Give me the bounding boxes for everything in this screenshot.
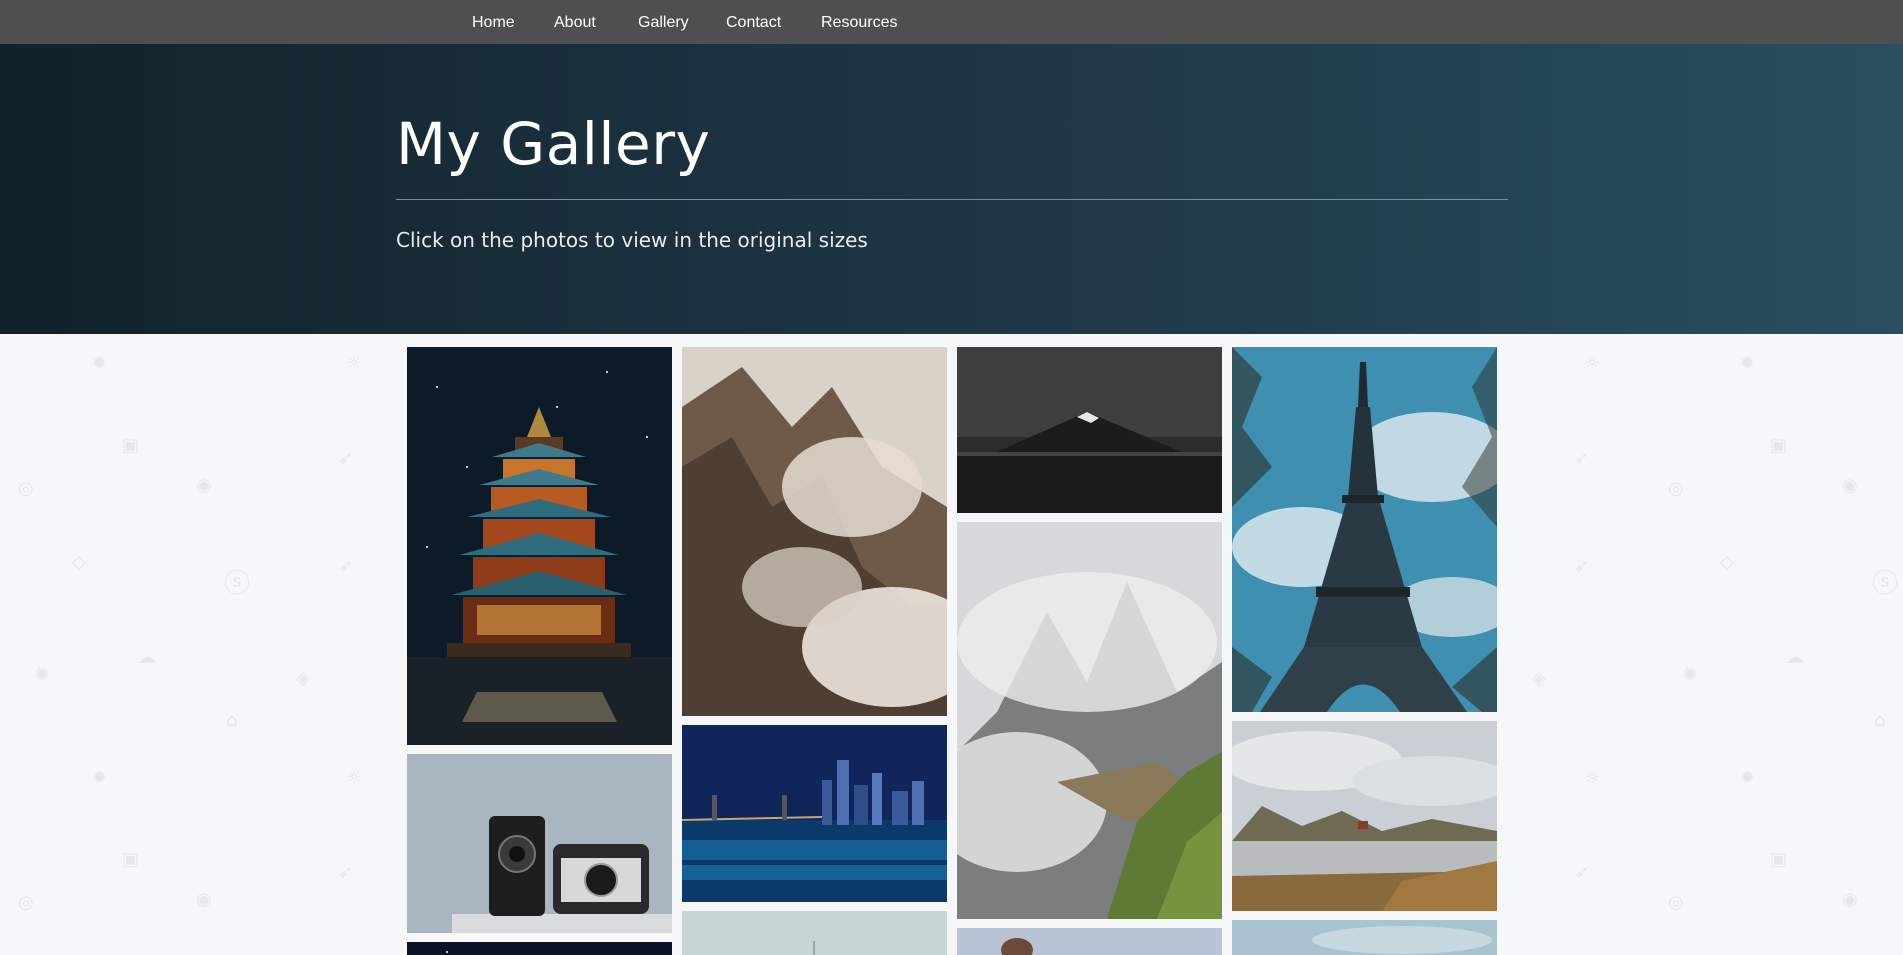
eiffel-tower-image — [1232, 347, 1497, 712]
photo-city-skyline-bridge-night[interactable] — [682, 725, 947, 902]
sun-icon: ☼ — [1584, 767, 1601, 788]
nav-link-contact[interactable]: Contact — [726, 0, 781, 44]
bug-icon: ✺ — [1682, 664, 1698, 685]
title-divider — [396, 199, 1508, 200]
bug-icon: ✹ — [92, 353, 108, 374]
bolt-icon: ⓢ — [224, 569, 251, 599]
pagoda-image — [407, 347, 672, 745]
mountain-lake-image — [1232, 721, 1497, 911]
home-icon: ⌂ — [1874, 710, 1886, 731]
bug-icon: ✹ — [1740, 767, 1756, 788]
top-navbar: Home About Gallery Contact Resources — [0, 0, 1903, 44]
camera-image — [407, 754, 672, 933]
eye-icon: ◎ — [18, 892, 34, 913]
eye-icon: ◎ — [1668, 478, 1684, 499]
cloud-icon: ☁ — [1786, 647, 1804, 668]
rocket-icon: ➶ — [1574, 448, 1590, 469]
eye-icon: ◉ — [1842, 475, 1858, 496]
rocket-icon: ➶ — [338, 862, 354, 883]
person-image — [957, 928, 1222, 955]
tag-icon: ◈ — [1532, 668, 1546, 689]
photo-misty-mountain-cliff[interactable] — [682, 347, 947, 716]
rocket-icon: ➶ — [1574, 556, 1590, 577]
page-subtitle: Click on the photos to view in the origi… — [396, 228, 868, 252]
nav-link-about[interactable]: About — [554, 0, 596, 44]
square-icon: ▣ — [122, 435, 140, 456]
eye-icon: ◉ — [196, 889, 212, 910]
page-title: My Gallery — [396, 110, 711, 178]
home-icon: ⌂ — [226, 710, 238, 731]
sun-icon: ☼ — [346, 767, 363, 788]
eye-icon: ◉ — [1842, 889, 1858, 910]
pale-sky-image — [682, 911, 947, 955]
photo-mountain-lake-cabin[interactable] — [1232, 721, 1497, 911]
nav-link-home[interactable]: Home — [472, 0, 515, 44]
nav-link-gallery[interactable]: Gallery — [638, 0, 689, 44]
mountain-cliff-image — [682, 347, 947, 716]
sun-icon: ☼ — [1584, 353, 1601, 374]
photo-machu-picchu-clouds[interactable] — [957, 522, 1222, 919]
diamond-icon: ◇ — [72, 552, 86, 573]
nav-link-resources[interactable]: Resources — [821, 0, 897, 44]
photo-pale-sky[interactable] — [682, 911, 947, 955]
sky-image — [1232, 920, 1497, 955]
bug-icon: ✹ — [1740, 353, 1756, 374]
photo-pagoda-at-night[interactable] — [407, 347, 672, 745]
bug-icon: ✺ — [34, 664, 50, 685]
square-icon: ▣ — [122, 849, 140, 870]
photo-person-partial[interactable] — [957, 928, 1222, 955]
cloud-icon: ☁ — [138, 647, 156, 668]
rocket-icon: ➶ — [338, 448, 354, 469]
photo-camera-still-life[interactable] — [407, 754, 672, 933]
photo-starry-sky[interactable] — [407, 942, 672, 955]
machu-picchu-image — [957, 522, 1222, 919]
bug-icon: ✹ — [92, 767, 108, 788]
eye-icon: ◎ — [1668, 892, 1684, 913]
tag-icon: ◈ — [296, 668, 310, 689]
photo-volcano-reflection[interactable] — [957, 347, 1222, 513]
hero-banner: My Gallery Click on the photos to view i… — [0, 44, 1903, 334]
square-icon: ▣ — [1770, 849, 1788, 870]
bolt-icon: ⓢ — [1872, 569, 1899, 599]
sun-icon: ☼ — [346, 353, 363, 374]
photo-eiffel-tower[interactable] — [1232, 347, 1497, 712]
diamond-icon: ◇ — [1720, 552, 1734, 573]
rocket-icon: ➶ — [1574, 862, 1590, 883]
volcano-image — [957, 347, 1222, 513]
eye-icon: ◎ — [18, 478, 34, 499]
rocket-icon: ➶ — [338, 556, 354, 577]
square-icon: ▣ — [1770, 435, 1788, 456]
city-skyline-image — [682, 725, 947, 902]
starry-sky-image — [407, 942, 672, 955]
photo-sky-partial[interactable] — [1232, 920, 1497, 955]
eye-icon: ◉ — [196, 475, 212, 496]
